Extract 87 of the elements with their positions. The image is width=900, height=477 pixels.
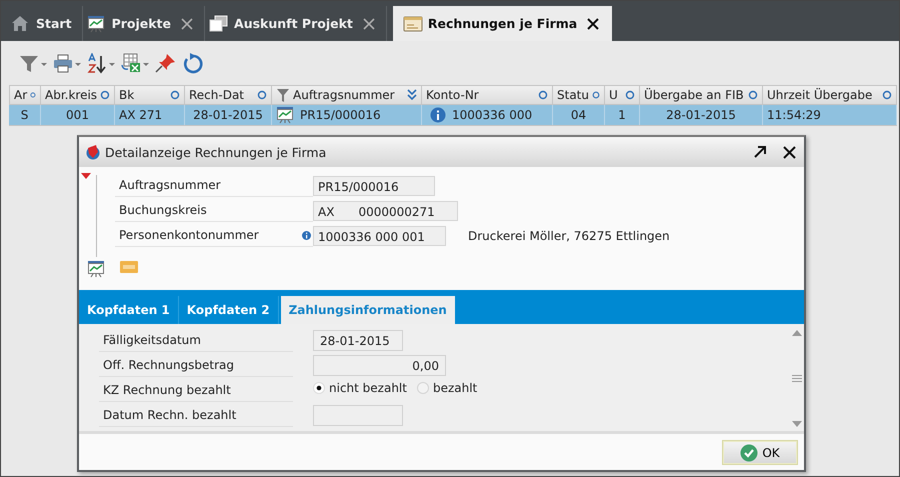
column-label: Statu [557, 88, 589, 102]
scroll-up-icon[interactable] [792, 330, 802, 336]
close-icon[interactable] [783, 146, 796, 158]
input-field[interactable] [313, 405, 403, 426]
table-cell: AX 271 [119, 108, 162, 122]
radio-button[interactable] [313, 382, 325, 394]
tab[interactable]: Projekte [82, 6, 206, 41]
table-cell: 1 [618, 108, 626, 122]
tab[interactable]: Auskunft Projekt [205, 6, 387, 41]
input-field[interactable]: 0,00 [313, 355, 446, 376]
collapse-triangle-icon[interactable] [81, 173, 91, 179]
input-field: 1000336 000 001 [313, 226, 446, 246]
input-field[interactable]: 28-01-2015 [313, 330, 403, 351]
radio-button[interactable] [416, 382, 429, 394]
ok-button[interactable]: OK [722, 440, 798, 465]
column-label: Abr.kreis [45, 88, 98, 102]
column-header[interactable]: Bk [115, 85, 185, 105]
circle-icon[interactable] [170, 90, 180, 100]
circle-icon[interactable] [257, 90, 267, 100]
scroll-down-icon[interactable] [792, 421, 802, 427]
column-header[interactable]: Auftragsnummer [272, 85, 422, 105]
column-header[interactable]: Übergabe an FIB [640, 85, 763, 105]
customer-name: Druckerei Möller, 76275 Ettlingen [468, 228, 670, 242]
close-icon[interactable] [586, 16, 600, 30]
column-header[interactable]: Uhrzeit Übergabe [763, 85, 897, 105]
column-label: U [609, 88, 619, 102]
radio-label: nicht bezahlt [329, 381, 407, 395]
scroll-grip-icon[interactable] [792, 375, 802, 382]
presentation-chart-icon[interactable] [87, 260, 107, 278]
field-label: Personenkontonummer [115, 224, 287, 247]
table-cell: S [20, 108, 28, 122]
table-cell: 11:54:29 [767, 108, 821, 122]
spreadsheet-export-icon[interactable] [121, 52, 151, 74]
field-label: Datum Rechn. bezahlt [99, 404, 293, 427]
column-label: Uhrzeit Übergabe [767, 88, 874, 102]
column-label: Auftragsnummer [293, 88, 396, 102]
circle-icon[interactable] [592, 90, 600, 100]
column-header[interactable]: Konto-Nr [422, 85, 553, 105]
radio-label: bezahlt [432, 381, 478, 395]
table-cell: 001 [66, 108, 89, 122]
input-field: AX 0000000271 [313, 200, 458, 220]
column-header[interactable]: U [605, 85, 640, 105]
tab[interactable]: Start [7, 6, 83, 41]
presentation-chart-icon [276, 106, 294, 124]
table-cell: 28-01-2015 [666, 108, 736, 122]
app-logo-icon [85, 144, 101, 160]
table-cell: PR15/000016 [300, 108, 381, 122]
field-label: Off. Rechnungsbetrag [99, 354, 293, 377]
field-label: Auftragsnummer [115, 174, 287, 197]
circle-icon[interactable] [625, 90, 635, 100]
invoice-icon [402, 14, 423, 32]
column-label: Rech-Dat [189, 88, 246, 102]
table-cell: 28-01-2015 [193, 108, 263, 122]
column-label: Ar [14, 88, 28, 102]
field-label: Fälligkeitsdatum [99, 329, 293, 352]
pin-icon[interactable] [155, 52, 177, 74]
presentation-chart-icon [86, 14, 107, 32]
circle-icon[interactable] [538, 90, 548, 100]
info-icon [430, 107, 446, 123]
column-header[interactable]: Abr.kreis [41, 85, 115, 105]
double-chevron-icon[interactable] [407, 89, 417, 101]
circle-icon[interactable] [748, 90, 758, 100]
circle-icon[interactable] [30, 90, 36, 100]
info-icon[interactable] [302, 230, 311, 240]
filter-icon[interactable] [276, 87, 290, 103]
column-label: Übergabe an FIB [644, 88, 745, 102]
field-label: KZ Rechnung bezahlt [99, 379, 293, 402]
table-cell: 1000336 000 [452, 108, 532, 122]
column-header[interactable]: Rech-Dat [185, 85, 272, 105]
checkmark-icon [740, 444, 758, 462]
column-header[interactable]: Ar [9, 85, 41, 105]
column-label: Konto-Nr [426, 88, 480, 102]
printer-dropdown-icon[interactable] [53, 52, 83, 74]
field-label: Buchungskreis [115, 199, 287, 222]
windows-icon [209, 14, 230, 32]
maximize-icon[interactable] [753, 145, 767, 159]
table-cell: 04 [570, 108, 586, 122]
tab[interactable]: Rechnungen je Firma [392, 6, 612, 41]
circle-icon[interactable] [882, 90, 892, 100]
column-label: Bk [119, 88, 136, 102]
sort-az-icon[interactable] [87, 52, 117, 74]
refresh-icon[interactable] [181, 52, 205, 74]
column-header[interactable]: Statu [553, 85, 605, 105]
input-field: PR15/000016 [313, 176, 435, 196]
circle-icon[interactable] [100, 90, 110, 100]
table-row[interactable]: S 001 AX 271 28-01-2015 PR15/000016 1000336 000 04 1 28-01-2015 11:54:29 [9, 105, 897, 126]
dialog-title: Detailanzeige Rechnungen je Firma [105, 144, 328, 160]
